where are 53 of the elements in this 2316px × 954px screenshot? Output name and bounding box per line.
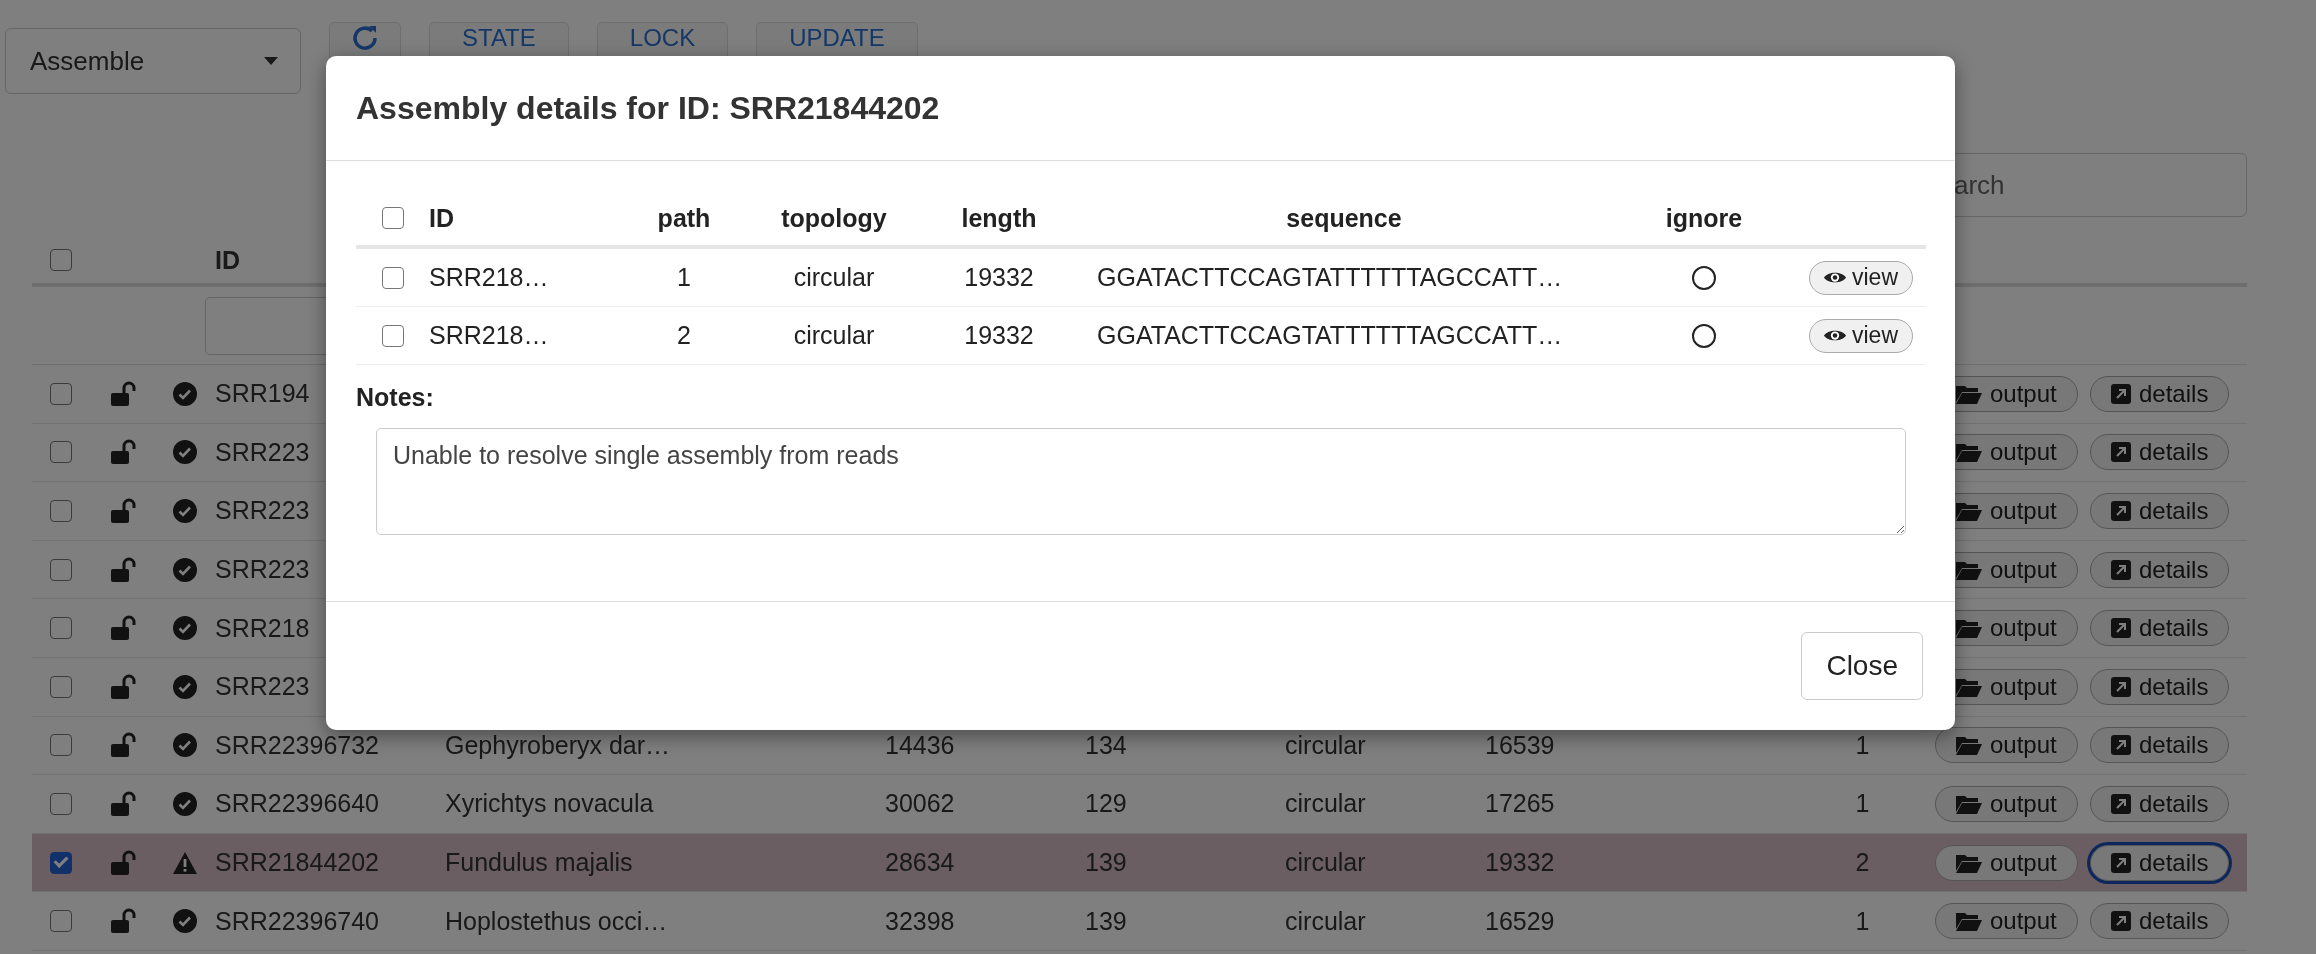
table-cell: SRR223 [215, 437, 310, 467]
table-cell: circular [1285, 730, 1366, 760]
table-cell: 134 [1085, 730, 1127, 760]
table-cell: SRR223 [215, 496, 310, 526]
table-cell-text: circular [792, 321, 876, 350]
table-cell: 1 [1855, 906, 1870, 936]
table-cell-text: GGATACTTCCAGTATTTTTTAGCCATT… [1096, 263, 1564, 292]
table-cell-text: GGATACTTCCAGTATTTTTTAGCCATT… [1096, 321, 1564, 350]
table-cell-text: 2 [676, 321, 692, 350]
table-cell: Hoplostethus occi… [445, 906, 668, 936]
table-cell-text: 19332 [963, 321, 1035, 350]
table-cell: 16539 [1485, 730, 1555, 760]
table-cell: Gephyroberyx dar… [445, 730, 671, 760]
column-header: ignore [1664, 203, 1744, 233]
table-cell: 14436 [885, 730, 955, 760]
column-header: ID [215, 245, 240, 275]
table-cell: Xyrichtys novacula [445, 789, 654, 819]
table-cell-text: 1 [676, 263, 692, 292]
column-header: path [656, 203, 712, 233]
table-cell-text: 19332 [963, 263, 1035, 292]
table-cell: 1 [1855, 789, 1870, 819]
table-cell: 17265 [1485, 789, 1555, 819]
table-cell: SRR194 [215, 379, 310, 409]
notes-label: Notes: [356, 383, 434, 412]
table-cell-text: SRR218… [429, 321, 550, 350]
table-cell: 129 [1085, 789, 1127, 819]
table-cell: SRR22396640 [215, 789, 379, 819]
table-cell: 19332 [1485, 848, 1555, 878]
table-cell: SRR21844202 [215, 848, 379, 878]
table-cell: SRR22396732 [215, 730, 379, 760]
table-cell: circular [1285, 906, 1366, 936]
table-cell: 2 [1855, 848, 1870, 878]
table-cell: 30062 [885, 789, 955, 819]
table-cell: 1 [1855, 730, 1870, 760]
table-cell: 139 [1085, 906, 1127, 936]
column-header: sequence [1285, 203, 1403, 233]
table-cell: 32398 [885, 906, 955, 936]
table-cell: SRR223 [215, 555, 310, 585]
table-cell: 139 [1085, 848, 1127, 878]
table-cell: SRR22396740 [215, 906, 379, 936]
table-cell: 16529 [1485, 906, 1555, 936]
table-cell: SRR218 [215, 613, 310, 643]
column-header: topology [780, 203, 888, 233]
table-cell: 28634 [885, 848, 955, 878]
column-header: ID [429, 203, 455, 233]
table-cell: SRR223 [215, 672, 310, 702]
table-cell: circular [1285, 848, 1366, 878]
table-cell: Fundulus majalis [445, 848, 633, 878]
table-cell-text: SRR218… [429, 263, 550, 292]
table-cell: circular [1285, 789, 1366, 819]
column-header: length [960, 203, 1038, 233]
table-cell-text: circular [792, 263, 876, 292]
dialog-title: Assembly details for ID: SRR21844202 [356, 89, 940, 127]
